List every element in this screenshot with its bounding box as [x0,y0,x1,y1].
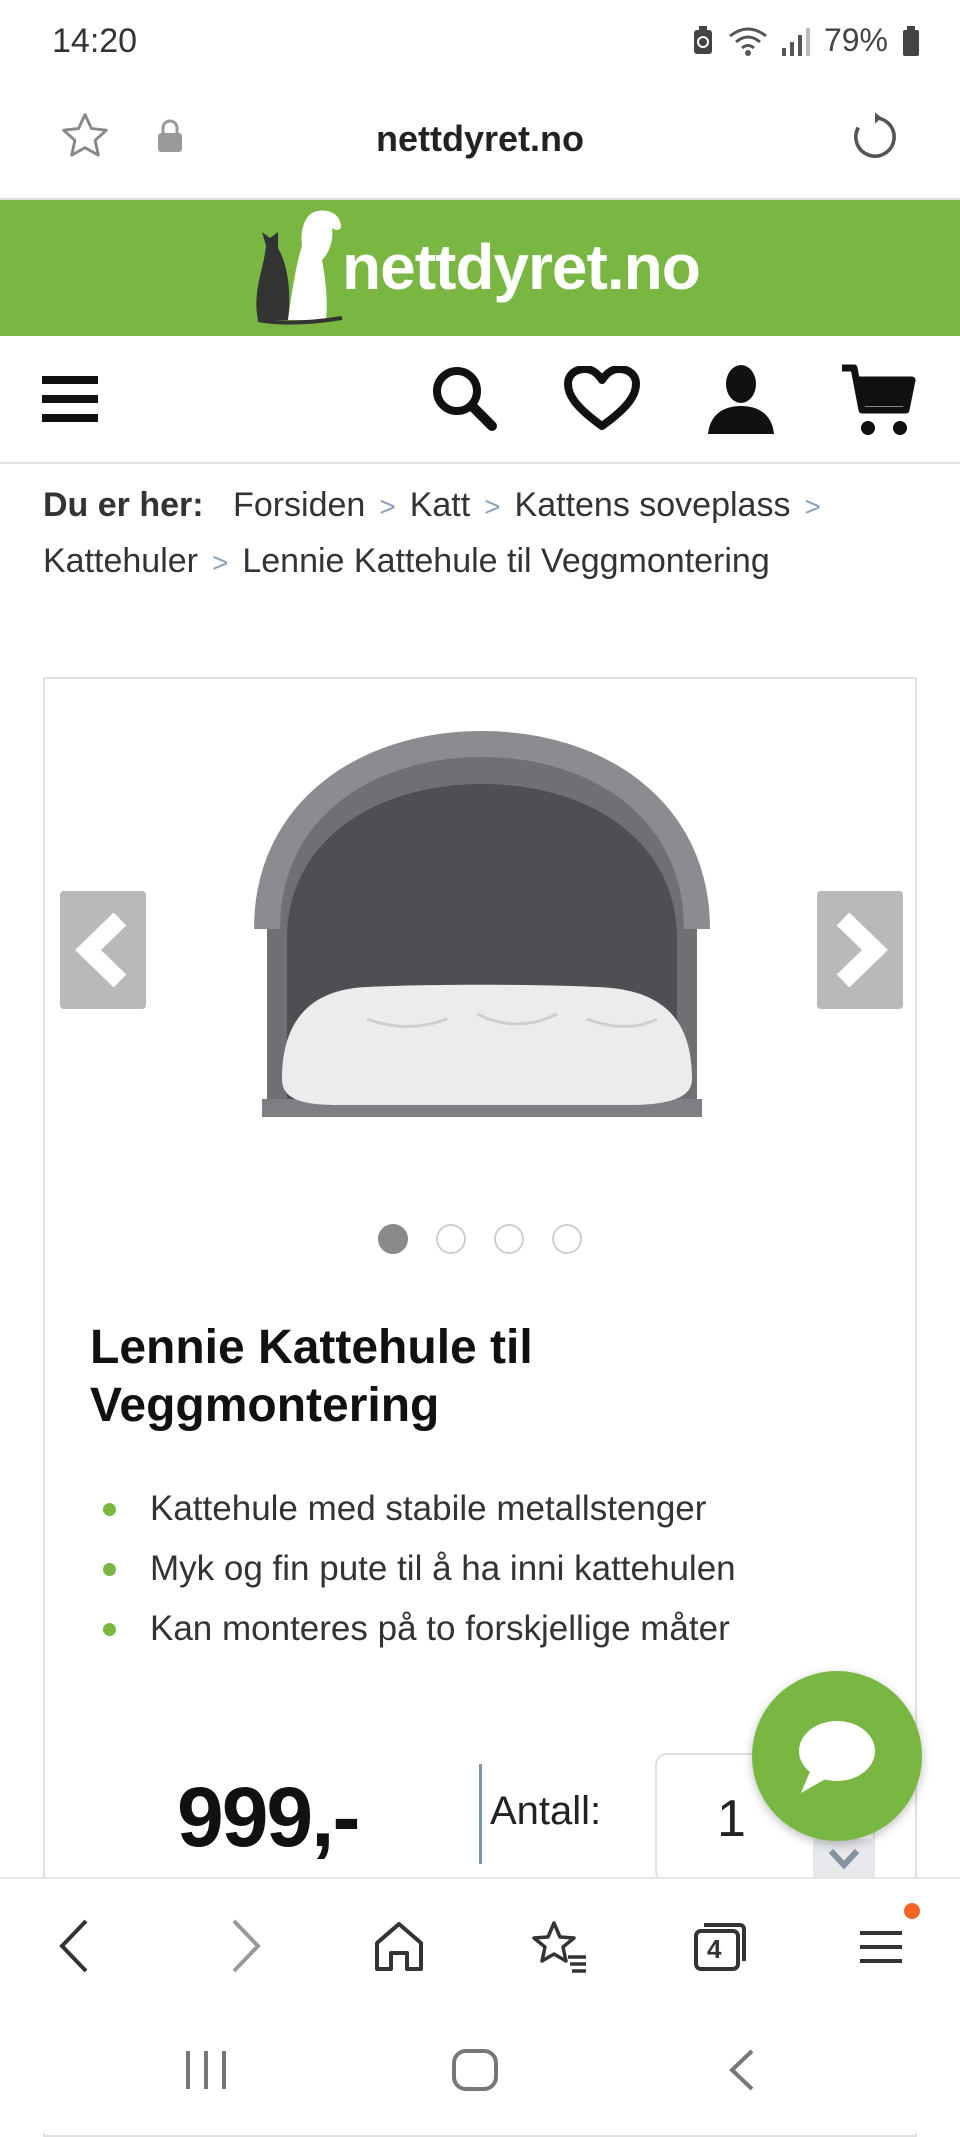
site-nav-bar [0,336,960,464]
browser-url-bar: nettdyret.no [0,88,960,200]
browser-menu-icon[interactable] [846,1911,916,1981]
user-icon[interactable] [706,362,776,434]
status-time: 14:20 [52,22,138,60]
heart-icon[interactable] [564,366,640,432]
carousel-dots [45,1224,915,1254]
breadcrumb-item[interactable]: Kattehuler [43,542,198,580]
bullet-icon [103,1623,116,1636]
carousel-prev-button[interactable] [60,891,146,1009]
chevron-down-icon [828,1848,860,1870]
feature-item: Myk og fin pute til å ha inni kattehulen [90,1539,736,1599]
notification-dot [904,1903,920,1919]
home-icon[interactable] [364,1911,434,1981]
product-price: 999,- [177,1770,360,1864]
tab-count: 4 [707,1934,722,1964]
chat-icon [799,1721,875,1793]
carousel-dot[interactable] [494,1224,524,1254]
forward-icon[interactable] [208,1911,278,1981]
carousel-dot[interactable] [552,1224,582,1254]
feature-text: Myk og fin pute til å ha inni kattehulen [150,1549,736,1588]
system-nav-bar [0,2007,960,2133]
breadcrumb-item[interactable]: Katt [410,486,470,524]
price-divider [479,1764,482,1864]
site-logo-text: nettdyret.no [342,231,701,303]
bullet-icon [103,1563,116,1576]
breadcrumb-separator: > [484,491,501,522]
product-features: Kattehule med stabile metallstenger Myk … [90,1479,736,1659]
menu-icon[interactable] [42,376,98,422]
product-image[interactable] [227,689,737,1159]
system-back-icon[interactable] [722,2047,762,2093]
url-text[interactable]: nettdyret.no [0,118,960,160]
status-bar: 14:20 79% [0,0,960,88]
system-home-icon[interactable] [450,2047,500,2093]
breadcrumb-separator: > [212,547,229,578]
feature-text: Kan monteres på to forskjellige måter [150,1609,730,1648]
carousel-next-button[interactable] [817,891,903,1009]
battery-saver-icon [693,25,712,54]
breadcrumb-separator: > [379,491,396,522]
carousel-dot[interactable] [436,1224,466,1254]
quantity-label: Antall: [490,1789,602,1833]
bookmarks-icon[interactable] [524,1911,594,1981]
quantity-value: 1 [717,1790,746,1848]
chat-button[interactable] [752,1671,922,1841]
signal-icon [781,27,810,56]
cat-dog-logo-icon [256,210,343,325]
browser-toolbar: 4 [0,1877,960,2009]
breadcrumb-lead: Du er her: [43,486,204,524]
chevron-left-icon [75,913,127,987]
feature-item: Kan monteres på to forskjellige måter [90,1599,736,1659]
breadcrumb-item[interactable]: Forsiden [233,486,365,524]
reload-icon[interactable] [848,110,902,164]
battery-percent: 79% [823,22,888,58]
breadcrumb: Du er her: Forsiden > Katt > Kattens sovepla… [43,478,923,590]
search-icon[interactable] [430,364,498,432]
cart-icon[interactable] [840,362,916,438]
feature-item: Kattehule med stabile metallstenger [90,1479,736,1539]
feature-text: Kattehule med stabile metallstenger [150,1489,707,1528]
back-icon[interactable] [42,1911,112,1981]
breadcrumb-separator: > [804,491,821,522]
recent-apps-icon[interactable] [180,2047,232,2093]
breadcrumb-item[interactable]: Kattens soveplass [515,486,791,524]
breadcrumb-current: Lennie Kattehule til Veggmontering [242,542,770,580]
bullet-icon [103,1503,116,1516]
tabs-button[interactable]: 4 [684,1911,754,1981]
carousel-dot[interactable] [378,1224,408,1254]
site-header-banner[interactable]: nettdyret.no [0,200,960,336]
wifi-icon [729,27,767,56]
product-title: Lennie Kattehule til Veggmontering [90,1321,533,1432]
battery-icon [903,25,919,56]
chevron-right-icon [836,913,888,987]
